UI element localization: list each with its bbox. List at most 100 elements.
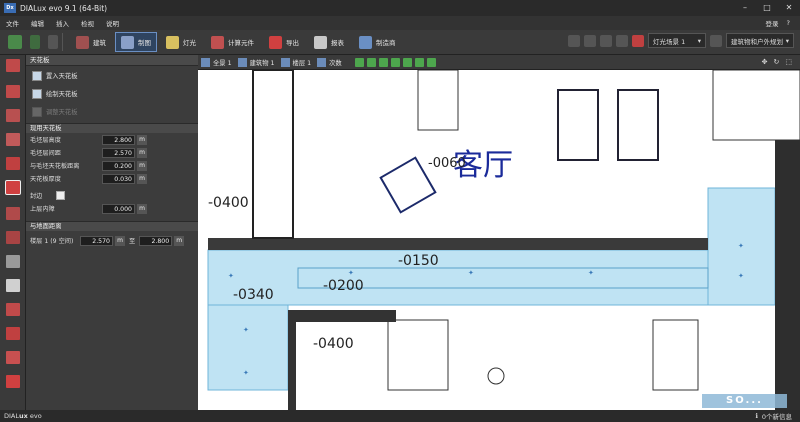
report-button[interactable]: 报表 bbox=[308, 32, 350, 52]
save-icon[interactable] bbox=[8, 35, 22, 49]
rough-spacing-input[interactable]: 2.570 bbox=[102, 147, 135, 158]
manufacturer-icon bbox=[359, 35, 372, 49]
door-tool-icon[interactable] bbox=[6, 109, 20, 122]
floor-tool-icon[interactable] bbox=[6, 231, 20, 244]
svg-text:✦: ✦ bbox=[738, 242, 744, 250]
menu-view[interactable]: 检视 bbox=[75, 18, 100, 28]
info-icon[interactable]: ℹ bbox=[755, 412, 757, 420]
ceiling-distance-input[interactable]: 0.200 bbox=[102, 160, 135, 171]
menu-file[interactable]: 文件 bbox=[0, 18, 25, 28]
close-icon[interactable]: ✕ bbox=[778, 0, 800, 16]
view-scope-value: 建筑物和户外规划 bbox=[731, 37, 783, 46]
ceiling-thickness-input[interactable]: 0.030 bbox=[102, 173, 135, 184]
panel-title: 天花板 bbox=[26, 55, 198, 66]
light-scene-select[interactable]: 灯光场景 1 ▾ bbox=[648, 33, 706, 48]
undo-icon[interactable] bbox=[30, 35, 40, 49]
window-tool-icon[interactable] bbox=[6, 133, 20, 146]
floor-to-unit: m bbox=[174, 235, 185, 246]
draw-ceiling-action[interactable]: 绘制天花板 bbox=[28, 85, 196, 102]
maximize-icon[interactable]: □ bbox=[756, 0, 778, 16]
login-link[interactable]: 登录 bbox=[766, 18, 779, 28]
ceiling-area-main[interactable] bbox=[207, 249, 776, 306]
manufacturer-button[interactable]: 制造商 bbox=[353, 32, 402, 52]
floor-from-input[interactable]: 2.570 bbox=[80, 235, 113, 246]
grid-tool-icon[interactable] bbox=[6, 375, 20, 388]
menu-edit[interactable]: 编辑 bbox=[25, 18, 50, 28]
drawing-button[interactable]: 制图 bbox=[115, 32, 157, 52]
room-tool-icon[interactable] bbox=[6, 85, 20, 98]
view-mode-icon-6[interactable] bbox=[414, 57, 424, 67]
tool-icon-5[interactable] bbox=[632, 34, 644, 47]
view-floor-tab[interactable]: 楼层 1 bbox=[278, 56, 315, 68]
ceiling-tool-icon[interactable] bbox=[5, 180, 21, 195]
help-icon[interactable]: ? bbox=[787, 19, 790, 27]
view-mode-icon-4[interactable] bbox=[390, 57, 400, 67]
window-controls: – □ ✕ bbox=[734, 0, 800, 16]
dining-chair bbox=[617, 89, 659, 161]
drawing-icon bbox=[121, 35, 134, 49]
roof-tool-icon[interactable] bbox=[6, 207, 20, 220]
redo-icon[interactable] bbox=[48, 35, 58, 49]
scene-icon bbox=[201, 57, 210, 67]
edge-checkbox[interactable] bbox=[56, 191, 65, 200]
view-mode-icon-1[interactable] bbox=[354, 57, 364, 67]
status-brand: DIALux evo bbox=[4, 412, 42, 420]
menu-help[interactable]: 说明 bbox=[100, 18, 125, 28]
view-mode-icon-3[interactable] bbox=[378, 57, 388, 67]
tool-icon-3[interactable] bbox=[600, 34, 612, 47]
level-label: -0400 bbox=[208, 195, 249, 211]
prop-row: 毛坯层高度 2.800 m bbox=[26, 133, 198, 146]
view-building-tab[interactable]: 建筑物 1 bbox=[235, 56, 278, 68]
ceiling-area-left[interactable] bbox=[207, 304, 289, 391]
view-scope-select[interactable]: 建筑物和户外规划 ▾ bbox=[726, 33, 794, 48]
prop-row: 上层内障 0.000 m bbox=[26, 202, 198, 215]
insert-ceiling-action[interactable]: 置入天花板 bbox=[28, 67, 196, 84]
stair-tool-icon[interactable] bbox=[6, 157, 20, 170]
toolbar-right: 灯光场景 1 ▾ 建筑物和户外规划 ▾ bbox=[568, 33, 794, 48]
view-count-tab[interactable]: 次数 bbox=[314, 56, 345, 68]
cut-tool-icon[interactable] bbox=[6, 303, 20, 316]
level-label: -0060 bbox=[428, 156, 466, 171]
area-tool-icon[interactable] bbox=[6, 351, 20, 364]
measure-tool-icon[interactable] bbox=[6, 327, 20, 340]
tool-icon-4[interactable] bbox=[616, 34, 628, 47]
building-icon bbox=[76, 35, 89, 49]
view-mode-icon-7[interactable] bbox=[426, 57, 436, 67]
light-button[interactable]: 灯光 bbox=[160, 32, 202, 52]
floor-plan-drawing[interactable]: 客厅 -0400 -0060 -0150 -0200 -0340 -0400 ✦… bbox=[198, 70, 800, 410]
messages-count[interactable]: 0个新信息 bbox=[762, 411, 792, 421]
ceiling-thickness-unit: m bbox=[137, 173, 147, 184]
select-icon[interactable]: ⬚ bbox=[785, 58, 792, 66]
move-icon[interactable]: ✥ bbox=[762, 58, 768, 66]
floor-plan-canvas[interactable]: 客厅 -0400 -0060 -0150 -0200 -0340 -0400 ✦… bbox=[198, 70, 800, 410]
floor-icon bbox=[280, 57, 290, 67]
upper-offset-input[interactable]: 0.000 bbox=[102, 203, 135, 214]
extrude-tool-icon[interactable] bbox=[6, 279, 20, 292]
export-button[interactable]: 导出 bbox=[263, 32, 305, 52]
prop-row: 天花板厚度 0.030 m bbox=[26, 172, 198, 185]
object-tool-icon[interactable] bbox=[6, 255, 20, 268]
building-button[interactable]: 建筑 bbox=[70, 32, 112, 52]
tool-icon-2[interactable] bbox=[584, 34, 596, 47]
view-mode-icon-5[interactable] bbox=[402, 57, 412, 67]
scene-settings-icon[interactable] bbox=[710, 34, 722, 47]
left-tool-strip bbox=[0, 55, 26, 410]
view-mode-icon-2[interactable] bbox=[366, 57, 376, 67]
floor-to-input[interactable]: 2.800 bbox=[139, 235, 173, 246]
menu-insert[interactable]: 插入 bbox=[50, 18, 75, 28]
dining-chair bbox=[557, 89, 599, 161]
adjust-ceiling-action[interactable]: 调整天花板 bbox=[28, 103, 196, 120]
floor-label: 楼层 1 (9 空间) bbox=[30, 238, 74, 245]
wall-tool-icon[interactable] bbox=[6, 59, 20, 72]
calc-objects-button[interactable]: 计算元件 bbox=[205, 32, 260, 52]
count-icon bbox=[317, 57, 327, 67]
rotate-icon[interactable]: ↻ bbox=[774, 58, 780, 66]
view-building-label: 建筑物 1 bbox=[249, 59, 275, 67]
rough-spacing-unit: m bbox=[137, 147, 147, 158]
light-label: 灯光 bbox=[183, 39, 196, 47]
tool-icon-1[interactable] bbox=[568, 34, 580, 47]
minimize-icon[interactable]: – bbox=[734, 0, 756, 16]
rough-height-input[interactable]: 2.800 bbox=[102, 134, 135, 145]
view-scene-tab[interactable]: 全景 1 bbox=[198, 56, 235, 68]
window-title: DIALux evo 9.1 (64-Bit) bbox=[20, 3, 108, 13]
